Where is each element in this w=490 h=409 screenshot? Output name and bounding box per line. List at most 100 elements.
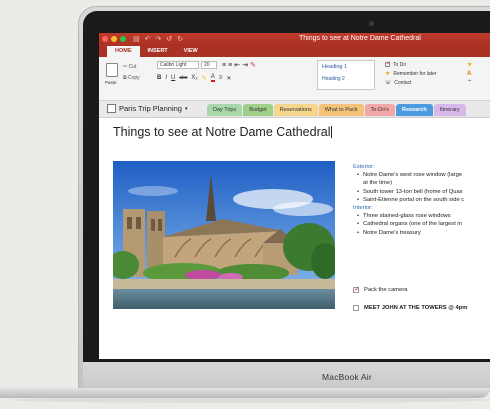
tag-contact-label: Contact	[394, 79, 412, 86]
underline-button[interactable]: U	[171, 75, 175, 81]
exterior-list: Notre Dame's west rose window (large at …	[353, 171, 490, 204]
laptop-chin	[83, 362, 490, 391]
sync-icon[interactable]: ▤	[133, 35, 140, 43]
font-color-button[interactable]: A	[210, 74, 215, 82]
tab-view[interactable]: VIEW	[176, 46, 206, 57]
quick-access-toolbar: ▤ ↶ ↷ ↺ ↻	[133, 35, 183, 43]
notebook-picker[interactable]: Paris Trip Planning ▾	[107, 104, 187, 113]
tags-gallery: To Do ★Remember for later ☏Contact	[385, 60, 460, 87]
bullets-icon[interactable]: ≡	[222, 62, 226, 69]
bold-button[interactable]: B	[157, 75, 161, 81]
note-page[interactable]: Things to see at Notre Dame Cathedral Ex…	[99, 119, 490, 359]
list-item: at the time)	[363, 180, 392, 187]
exterior-heading: Exterior:	[353, 164, 375, 170]
section-tab-todos[interactable]: To-Do's	[364, 104, 395, 116]
todo-checkbox[interactable]	[353, 305, 359, 311]
maximize-window-button[interactable]	[120, 36, 126, 42]
minimize-window-button[interactable]	[111, 36, 117, 42]
style-heading-2[interactable]: Heading 2	[318, 73, 374, 85]
undo-icon[interactable]: ↺	[166, 35, 172, 43]
ribbon-tabs: HOME INSERT VIEW	[99, 46, 490, 57]
todo-item-meet-john[interactable]: MEET JOHN AT THE TOWERS @ 4pm	[353, 305, 467, 311]
text-caret	[331, 126, 333, 138]
clear-format-icon[interactable]: ✎	[250, 61, 256, 69]
notebook-icon	[107, 104, 116, 113]
contact-icon: ☏	[385, 79, 392, 86]
font-row: Calibri Light 20 ≡ ≡ ⇤ ⇥ ✎	[157, 61, 256, 69]
star-icon: ★	[467, 62, 473, 68]
title-bar: ▤ ↶ ↷ ↺ ↻ Things to see at Notre Dame Ca…	[99, 33, 490, 46]
section-tabs: Day Trips Budget Reservations What to Pa…	[207, 104, 466, 116]
back-icon[interactable]: ↶	[145, 35, 151, 43]
cut-copy-group: ✂ Cut ⧉ Copy	[123, 62, 140, 84]
star-icon: ★	[385, 71, 391, 77]
laptop-base	[0, 388, 490, 398]
notebook-name: Paris Trip Planning	[119, 104, 182, 113]
camera	[369, 21, 374, 26]
section-tab-day-trips[interactable]: Day Trips	[207, 104, 243, 116]
list-item: Saint-Etienne portal on the south side c	[357, 196, 490, 204]
chevron-down-icon: ▾	[184, 105, 188, 112]
clipboard-icon	[106, 63, 118, 77]
todo-item-camera[interactable]: Pack the camera	[353, 285, 408, 293]
section-tab-reservations[interactable]: Reservations	[273, 104, 318, 116]
tab-home[interactable]: HOME	[107, 46, 140, 57]
list-item: Three stained-glass rose windows	[357, 212, 490, 220]
outdent-icon[interactable]: ⇤	[234, 61, 240, 69]
tag-remember[interactable]: ★ Remember for later	[385, 69, 460, 78]
align-icon[interactable]: ≡	[219, 75, 223, 81]
section-tab-what-to-pack[interactable]: What to Pack	[318, 104, 364, 116]
subscript-button[interactable]: X₂	[191, 75, 197, 81]
list-item: South tower 13-ton bell (home of Quas	[357, 188, 490, 196]
italic-button[interactable]: I	[165, 75, 167, 81]
font-size-select[interactable]: 20	[201, 61, 217, 69]
tag-priority[interactable]: A	[467, 69, 490, 78]
notes-outline[interactable]: Exterior: Notre Dame's west rose window …	[353, 163, 490, 237]
style-heading-1[interactable]: Heading 1	[318, 61, 374, 73]
paste-button[interactable]: Paste	[105, 61, 119, 91]
forward-icon[interactable]: ↷	[156, 35, 162, 43]
delete-icon[interactable]: ✕	[226, 75, 231, 82]
interior-heading: Interior:	[353, 205, 373, 212]
copy-button[interactable]: ⧉ Copy	[123, 73, 140, 84]
copy-label: Copy	[127, 75, 140, 81]
section-tab-budget[interactable]: Budget	[243, 104, 273, 116]
list-item: Notre Dame's treasury	[357, 229, 490, 237]
notebook-bar: Paris Trip Planning ▾ Day Trips Budget R…	[99, 101, 490, 118]
window-controls	[102, 36, 126, 42]
brand-label: MacBook Air	[322, 372, 372, 382]
redo-icon[interactable]: ↻	[177, 35, 183, 43]
paste-label: Paste	[105, 80, 117, 85]
tab-insert[interactable]: INSERT	[140, 46, 176, 57]
tag-todo-label: To Do	[393, 61, 407, 68]
notre-dame-image	[113, 161, 335, 309]
strikethrough-button[interactable]: abc	[179, 75, 187, 81]
todo-label: Pack the camera	[364, 287, 408, 293]
font-family-select[interactable]: Calibri Light	[157, 61, 199, 69]
cathedral-photo[interactable]	[113, 161, 335, 309]
styles-gallery[interactable]: Heading 1 Heading 2	[317, 60, 375, 90]
page-title[interactable]: Things to see at Notre Dame Cathedral	[113, 125, 333, 139]
cut-label: Cut	[128, 64, 137, 70]
page-title-text: Things to see at Notre Dame Cathedral	[113, 125, 331, 139]
scissors-icon: ✂	[123, 64, 128, 70]
list-item: Notre Dame's west rose window (large	[357, 171, 490, 179]
tag-other[interactable]: ⌃	[467, 78, 490, 87]
section-tab-itinerary[interactable]: Itinerary	[433, 104, 466, 116]
close-window-button[interactable]	[102, 36, 108, 42]
tag-contact[interactable]: ☏ Contact	[385, 78, 460, 87]
todo-checkbox[interactable]	[353, 285, 360, 293]
numbering-icon[interactable]: ≡	[228, 62, 232, 69]
window-title: Things to see at Notre Dame Cathedral	[299, 35, 421, 42]
section-tab-research[interactable]: Research	[395, 104, 433, 116]
checkbox-icon	[385, 60, 391, 67]
tag-todo[interactable]: To Do	[385, 60, 460, 69]
tag-remember-label: Remember for later	[393, 70, 437, 77]
cut-button[interactable]: ✂ Cut	[123, 62, 140, 73]
indent-icon[interactable]: ⇥	[242, 61, 248, 69]
laptop-frame: ▤ ↶ ↷ ↺ ↻ Things to see at Notre Dame Ca…	[78, 6, 490, 392]
interior-list: Three stained-glass rose windows Cathedr…	[353, 212, 490, 237]
highlight-icon[interactable]: ✎	[202, 75, 207, 82]
format-row: B I U abc X₂ ✎ A ≡ ✕	[157, 74, 231, 82]
tag-important[interactable]: ★	[467, 60, 490, 69]
